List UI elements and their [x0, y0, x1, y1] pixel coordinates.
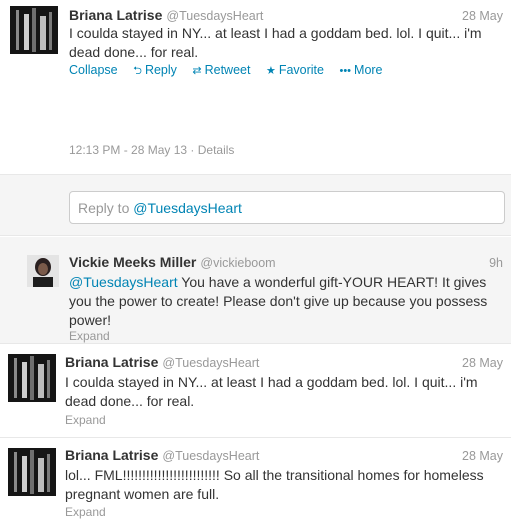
reply-area: Reply to @TuesdaysHeart	[0, 174, 511, 236]
author-name[interactable]: Briana Latrise	[69, 7, 162, 23]
tweet-time[interactable]: 28 May	[462, 449, 503, 463]
tweet-text: I coulda stayed in NY... at least I had …	[69, 25, 482, 60]
reply-prefix: Reply to	[78, 200, 134, 216]
author-handle[interactable]: @TuesdaysHeart	[162, 356, 259, 370]
mention-link[interactable]: @TuesdaysHeart	[69, 274, 178, 290]
author-name[interactable]: Briana Latrise	[65, 354, 158, 370]
reply-button[interactable]: ⮌ Reply	[133, 63, 177, 77]
expand-link[interactable]: Expand	[65, 505, 106, 519]
more-label: More	[354, 63, 383, 77]
avatar[interactable]	[8, 354, 56, 402]
tweet-text: @TuesdaysHeart You have a wonderful gift…	[69, 273, 505, 330]
author-handle[interactable]: @TuesdaysHeart	[162, 449, 259, 463]
expand-link[interactable]: Expand	[65, 413, 106, 427]
tweet[interactable]: Briana Latrise @TuesdaysHeart 28 May I co…	[0, 344, 511, 437]
reply-arrow-icon: ⮌	[133, 65, 142, 77]
more-button[interactable]: ••• More	[339, 63, 382, 77]
author-name[interactable]: Vickie Meeks Miller	[69, 254, 196, 270]
reply-tweet[interactable]: Vickie Meeks Miller @vickieboom 9h @Tuesd…	[0, 237, 511, 343]
tweet-header: Vickie Meeks Miller @vickieboom	[69, 254, 276, 270]
tweet-text: lol... FML!!!!!!!!!!!!!!!!!!!!!!!!! So a…	[65, 467, 484, 502]
tweet-header: Briana Latrise @TuesdaysHeart	[65, 354, 259, 370]
favorite-label: Favorite	[278, 63, 324, 77]
tweet-actions: Collapse ⮌ Reply ⇄ Retweet ★ Favorite ••• Mo…	[69, 62, 395, 81]
reply-mention: @TuesdaysHeart	[133, 200, 242, 216]
tweet-time[interactable]: 9h	[489, 256, 503, 270]
reply-label: Reply	[144, 63, 177, 77]
author-name[interactable]: Briana Latrise	[65, 447, 158, 463]
reply-input[interactable]: Reply to @TuesdaysHeart	[69, 191, 505, 224]
expand-link[interactable]: Expand	[69, 329, 110, 343]
tweet-text: I coulda stayed in NY... at least I had …	[65, 374, 478, 409]
author-handle[interactable]: @vickieboom	[200, 256, 275, 270]
tweet-time[interactable]: 28 May	[462, 9, 503, 23]
avatar[interactable]	[27, 255, 59, 287]
retweet-icon: ⇄	[192, 65, 202, 77]
retweet-button[interactable]: ⇄ Retweet	[192, 63, 250, 77]
tweet[interactable]: Briana Latrise @TuesdaysHeart 28 May lol.…	[0, 438, 511, 521]
tweet-time[interactable]: 28 May	[462, 356, 503, 370]
tweet-header: Briana Latrise @TuesdaysHeart	[69, 7, 263, 23]
avatar[interactable]	[10, 6, 58, 54]
tweet-expanded[interactable]: Briana Latrise @TuesdaysHeart 28 May I co…	[0, 0, 511, 174]
tweet-timestamp-details[interactable]: 12:13 PM - 28 May 13 · Details	[69, 143, 234, 157]
favorite-button[interactable]: ★ Favorite	[266, 63, 324, 77]
collapse-link[interactable]: Collapse	[69, 63, 118, 77]
avatar[interactable]	[8, 448, 56, 496]
star-icon: ★	[265, 65, 276, 77]
author-handle[interactable]: @TuesdaysHeart	[166, 9, 263, 23]
retweet-label: Retweet	[204, 63, 251, 77]
tweet-header: Briana Latrise @TuesdaysHeart	[65, 447, 259, 463]
dots-icon: •••	[339, 65, 352, 77]
